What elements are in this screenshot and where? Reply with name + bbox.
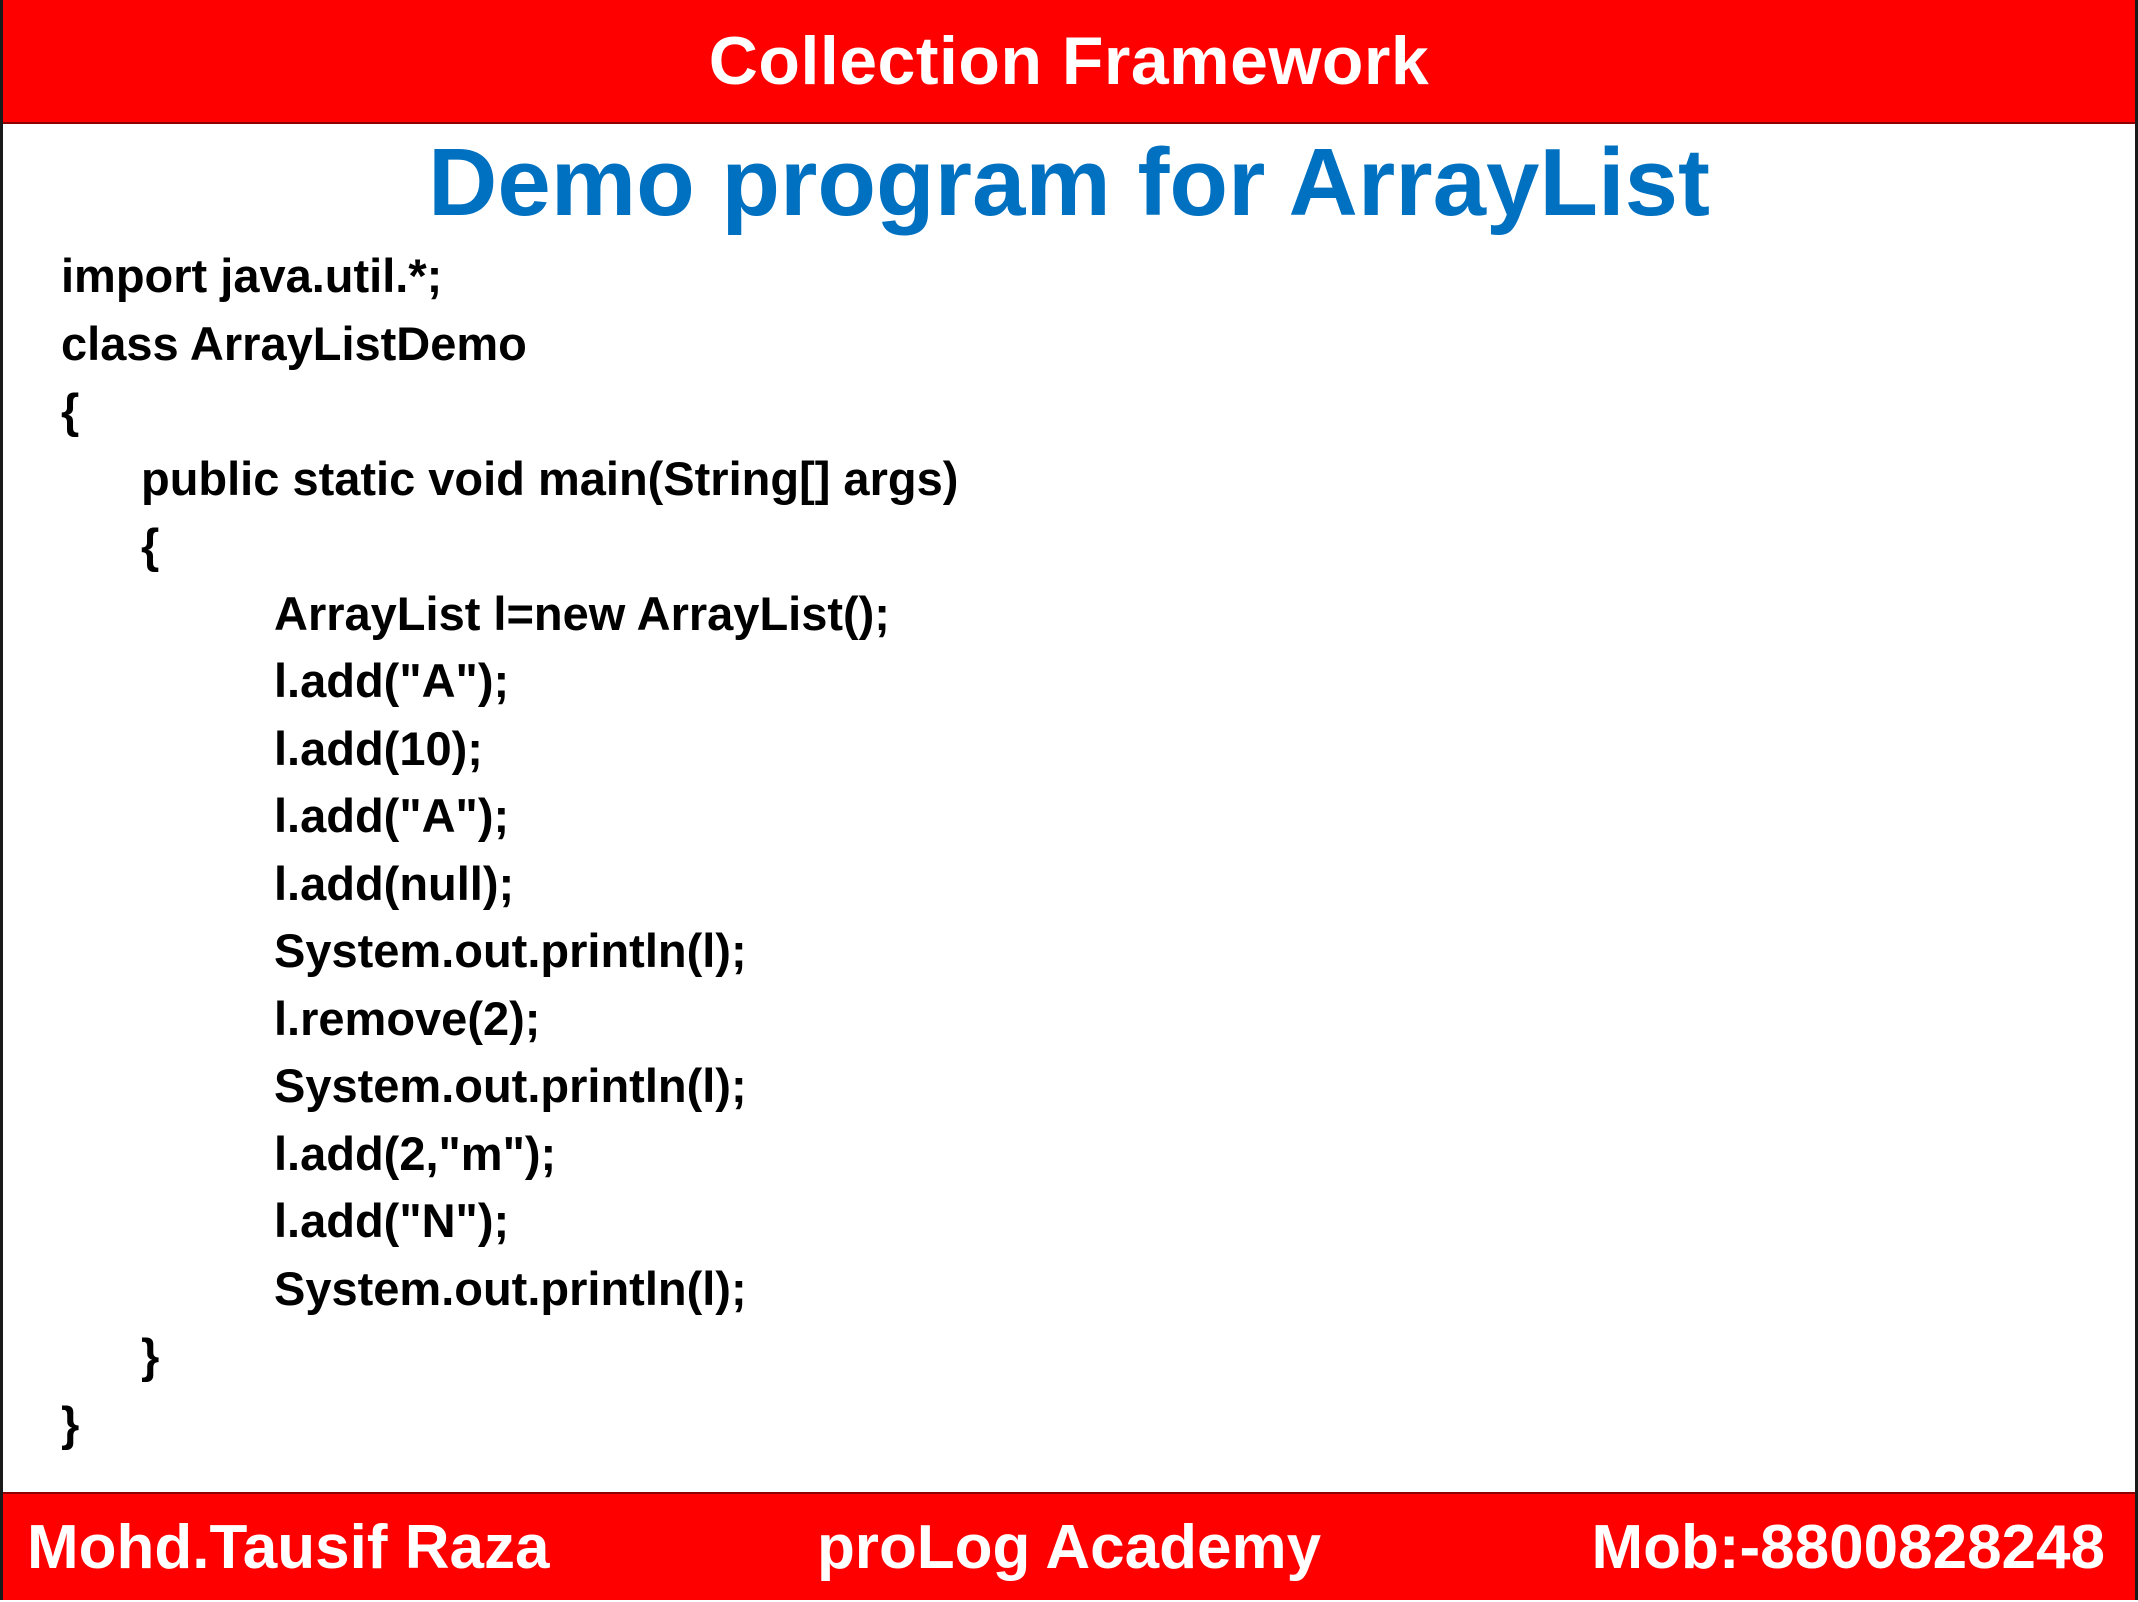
code-line: l.add(null); [274,856,515,910]
header-title: Collection Framework [708,23,1430,99]
code-line: l.add(2,"m"); [274,1126,557,1180]
slide-title: Demo program for ArrayList [427,129,1711,236]
footer-bar: Mohd.Tausif Raza proLog Academy Mob:-880… [3,1492,2135,1600]
code-line: public static void main(String[] args) [141,451,959,505]
code-line: System.out.println(l); [274,1261,747,1315]
code-line: l.add("A"); [274,654,510,707]
code-line: l.add("A"); [274,789,510,842]
code-line: ArrayList l=new ArrayList(); [274,586,890,640]
footer-phone: Mob:-8800828248 [1591,1513,2106,1582]
slide: Collection Framework Demo program for Ar… [0,0,2138,1600]
code-line: } [141,1329,160,1382]
code-line: System.out.println(l); [274,1059,747,1112]
code-line: l.remove(2); [274,991,541,1045]
header-bar: Collection Framework [3,0,2135,124]
code-block: import java.util.*; class ArrayListDemo { p… [61,242,2095,1457]
code-line: { [141,519,160,572]
code-line: } [61,1396,80,1450]
code-line: l.add("N"); [274,1194,510,1247]
code-line: System.out.println(l); [274,924,747,977]
code-line: l.add(10); [274,721,483,775]
code-line: { [61,384,80,437]
code-line: class ArrayListDemo [61,316,527,370]
code-line: import java.util.*; [61,249,443,302]
